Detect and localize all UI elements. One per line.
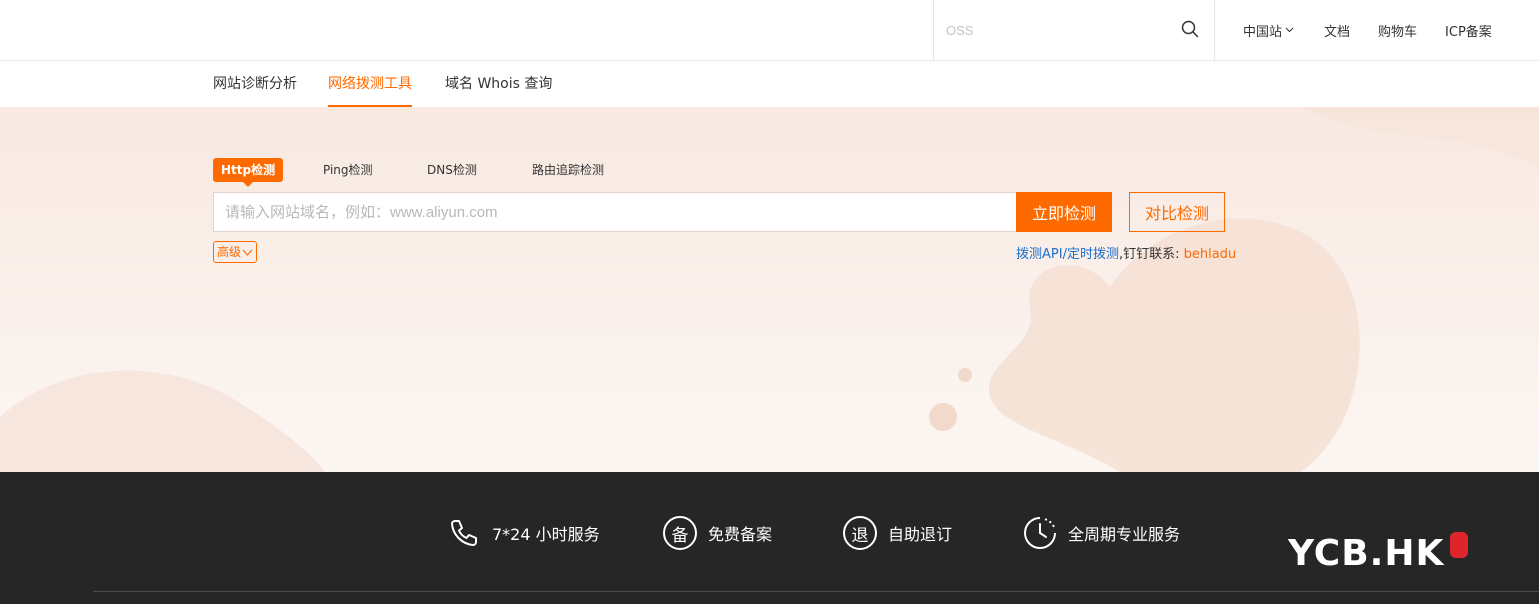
api-info-line: 拨测API/定时拨测,钉钉联系: behladu	[1016, 243, 1236, 262]
search-icon[interactable]	[1180, 19, 1200, 39]
top-header: 中国站 文档 购物车 ICP备案	[0, 0, 1539, 61]
nav-icp-link[interactable]: ICP备案	[1445, 21, 1492, 40]
feature-24h-service: 7*24 小时服务	[446, 515, 600, 551]
tab-route-trace-check[interactable]: 路由追踪检测	[532, 158, 604, 182]
footer-divider	[93, 591, 1539, 592]
contact-name: behladu	[1183, 247, 1237, 262]
detect-now-button[interactable]: 立即检测	[1016, 192, 1112, 232]
nav-cart-link[interactable]: 购物车	[1378, 21, 1417, 40]
top-nav: 中国站 文档 购物车 ICP备案	[1243, 0, 1520, 60]
api-scheduled-dial-link[interactable]: 拨测API/定时拨测	[1016, 247, 1119, 262]
hero-tool-area: Http检测 Ping检测 DNS检测 路由追踪检测 立即检测 对比检测 高级 …	[0, 107, 1539, 472]
chevron-down-icon	[242, 249, 253, 256]
site-selector-label: 中国站	[1243, 24, 1283, 40]
feature-full-cycle-service: 全周期专业服务	[1022, 515, 1180, 551]
tab-dns-check[interactable]: DNS检测	[427, 158, 477, 182]
phone-icon	[446, 515, 482, 551]
feature-label: 全周期专业服务	[1068, 525, 1181, 544]
feature-label: 7*24 小时服务	[492, 525, 600, 544]
advanced-options-button[interactable]: 高级	[213, 241, 258, 263]
search-box	[933, 0, 1215, 60]
tab-ping-check[interactable]: Ping检测	[323, 158, 373, 182]
chevron-down-icon	[1285, 27, 1294, 33]
bei-circle-char: 备	[663, 516, 697, 550]
site-selector[interactable]: 中国站	[1243, 21, 1294, 40]
domain-input[interactable]	[213, 192, 1017, 232]
clock-icon	[1022, 515, 1058, 551]
feature-label: 免费备案	[708, 525, 773, 544]
tui-circle-char: 退	[843, 516, 877, 550]
tab-network-dial-tool[interactable]: 网络拨测工具	[328, 61, 412, 107]
sub-nav: 网站诊断分析 网络拨测工具 域名 Whois 查询	[0, 61, 1539, 107]
footer: 7*24 小时服务 备 免费备案 退 自助退订 全周期专业服务 YCB.HK	[0, 472, 1539, 604]
contact-prefix: ,钉钉联系:	[1118, 247, 1184, 262]
bei-circle-icon: 备	[662, 515, 698, 551]
tab-http-check[interactable]: Http检测	[213, 158, 284, 187]
nav-docs-link[interactable]: 文档	[1324, 21, 1350, 40]
tui-circle-icon: 退	[842, 515, 878, 551]
advanced-label: 高级	[217, 245, 242, 259]
logo-text: YCB.HK	[1288, 533, 1445, 574]
search-input[interactable]	[946, 18, 1166, 42]
seal-icon	[1450, 532, 1469, 558]
feature-label: 自助退订	[888, 525, 953, 544]
tab-site-diagnosis[interactable]: 网站诊断分析	[213, 61, 297, 107]
feature-free-filing: 备 免费备案	[662, 515, 772, 551]
compare-detect-button[interactable]: 对比检测	[1129, 192, 1225, 232]
feature-self-unsubscribe: 退 自助退订	[842, 515, 952, 551]
site-logo: YCB.HK	[1288, 532, 1469, 576]
tab-domain-whois[interactable]: 域名 Whois 查询	[445, 61, 552, 107]
